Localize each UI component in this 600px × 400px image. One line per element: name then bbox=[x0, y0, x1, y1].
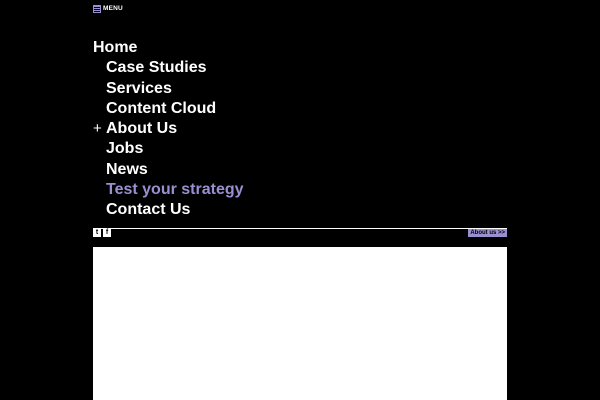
facebook-icon[interactable]: f bbox=[103, 229, 111, 237]
nav-item-case-studies[interactable]: Case Studies bbox=[93, 58, 244, 78]
twitter-icon[interactable]: t bbox=[93, 229, 101, 237]
nav-item-content-cloud[interactable]: Content Cloud bbox=[93, 99, 244, 119]
nav-item-test-your-strategy[interactable]: Test your strategy bbox=[93, 180, 244, 200]
menu-label[interactable]: MENU bbox=[103, 4, 123, 13]
main-navigation: Home Case Studies Services Content Cloud… bbox=[93, 38, 244, 221]
hamburger-icon[interactable] bbox=[93, 4, 101, 13]
nav-item-news[interactable]: News bbox=[93, 160, 244, 180]
expand-plus-icon[interactable]: + bbox=[93, 119, 102, 139]
menu-toggle-button[interactable]: MENU bbox=[93, 4, 123, 13]
nav-item-contact-us[interactable]: Contact Us bbox=[93, 200, 244, 220]
nav-item-jobs[interactable]: Jobs bbox=[93, 139, 244, 159]
about-us-link[interactable]: About us >> bbox=[468, 229, 507, 237]
social-bar: t f About us >> bbox=[93, 229, 507, 238]
page: MENU Home Case Studies Services Content … bbox=[0, 0, 600, 400]
nav-item-about-us[interactable]: + About Us bbox=[93, 119, 244, 139]
nav-item-services[interactable]: Services bbox=[93, 79, 244, 99]
nav-item-about-us-label[interactable]: About Us bbox=[106, 120, 177, 137]
content-panel bbox=[93, 247, 507, 400]
nav-item-home[interactable]: Home bbox=[93, 38, 244, 58]
